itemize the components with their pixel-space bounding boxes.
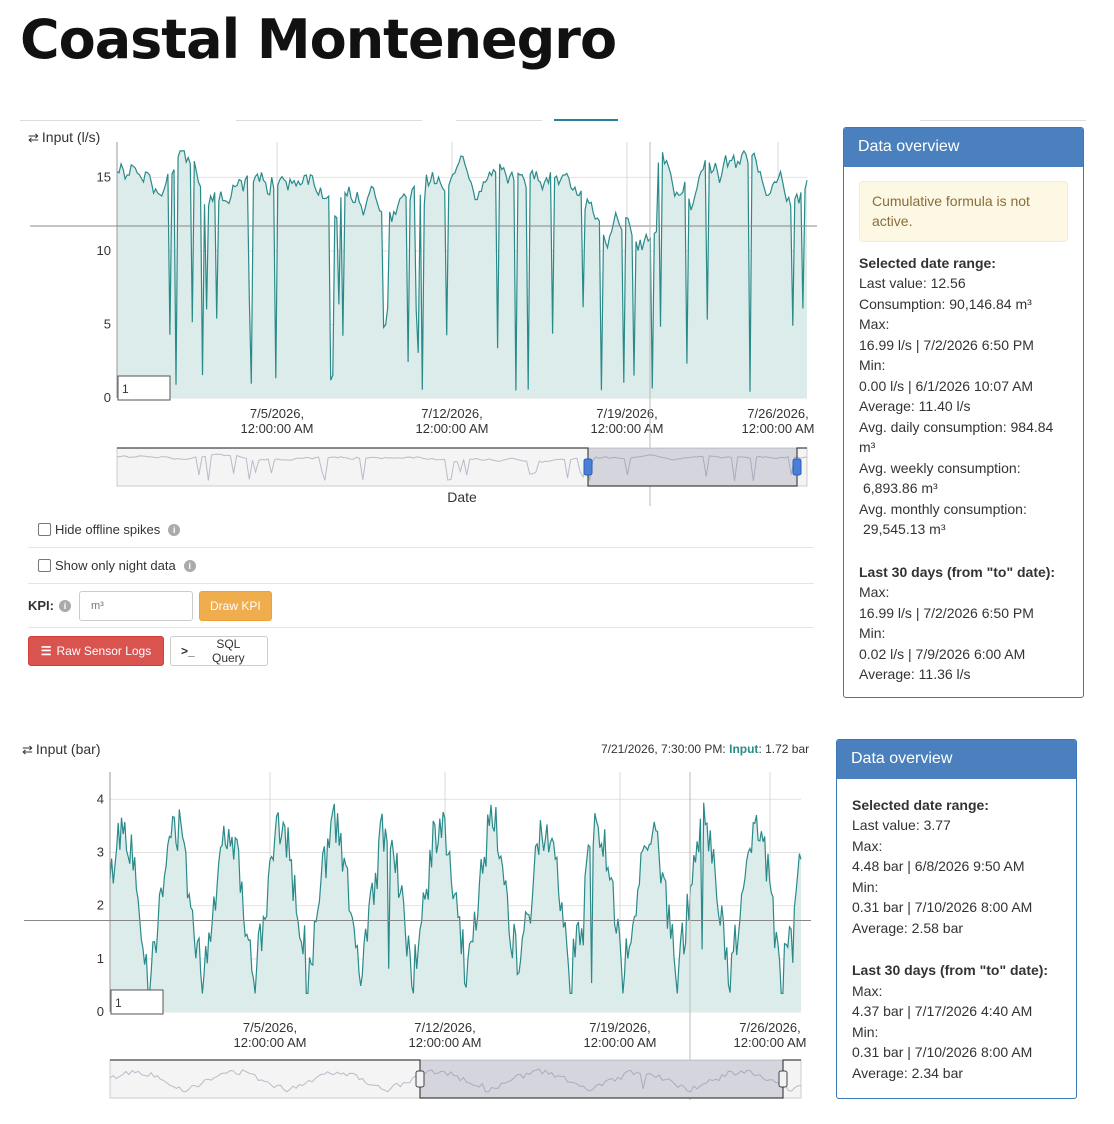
cumulative-alert: Cumulative formula is not active. xyxy=(859,180,1068,242)
y-tick-label: 1 xyxy=(97,951,104,966)
stat-line: 4.48 bar | 6/8/2026 9:50 AM xyxy=(852,858,1025,874)
last30-heading: Last 30 days (from "to" date): xyxy=(859,563,1056,580)
hide-spikes-checkbox[interactable] xyxy=(38,523,51,536)
x-tick-label: 7/5/2026, 12:00:00 AM xyxy=(234,1020,307,1050)
range-box-value: 1 xyxy=(122,382,129,396)
stat-line: 29,545.13 m³ xyxy=(863,521,946,537)
flow-chart[interactable]: 0 5 10 15 7/5/2026, 12:00:00 AM 7/12/2026, 12:0… xyxy=(20,118,820,508)
range-box-value: 1 xyxy=(115,996,122,1010)
stat-line: Average: 2.34 bar xyxy=(852,1064,964,1081)
stat-line: Avg. daily consumption: 984.84 xyxy=(859,418,1054,435)
terminal-icon: >_ xyxy=(181,644,195,658)
navigator-selection xyxy=(588,448,797,486)
y-tick-label: 4 xyxy=(97,791,104,806)
pressure-chart-label[interactable]: ⇄ Input (bar) xyxy=(22,741,101,758)
stat-line: Min: xyxy=(859,357,886,373)
action-buttons: ☰ Raw Sensor Logs >_ SQL Query xyxy=(28,628,814,674)
last30-heading: Last 30 days (from "to" date): xyxy=(852,962,1049,978)
selected-range-stats: Last value: 12.56 Consumption: 90,146.84 … xyxy=(859,273,1068,540)
x-tick-label: 7/12/2026, 12:00:00 AM xyxy=(409,1020,482,1050)
panel-title: Data overview xyxy=(844,128,1083,167)
last30-stats: Max: 16.99 l/s | 7/2/2026 6:50 PM Min: 0.02… xyxy=(859,582,1068,685)
pressure-chart[interactable]: 012347/5/2026, 12:00:00 AM7/12/2026, 12:00… xyxy=(20,760,820,1100)
stat-line: Min: xyxy=(859,625,886,641)
hide-spikes-label[interactable]: Hide offline spikes xyxy=(55,522,160,537)
y-tick-label: 2 xyxy=(97,898,104,913)
navigator-handle[interactable] xyxy=(778,1070,788,1088)
stat-line: 16.99 l/s | 7/2/2026 6:50 PM xyxy=(859,604,1034,621)
list-icon: ☰ xyxy=(40,644,52,658)
draw-kpi-button[interactable]: Draw KPI xyxy=(199,590,272,621)
night-data-label[interactable]: Show only night data xyxy=(55,558,176,573)
stat-line: Last value: 12.56 xyxy=(859,275,966,291)
stat-line: Avg. weekly consumption: xyxy=(859,459,1021,476)
info-icon[interactable]: i xyxy=(183,559,196,572)
navigator-handle[interactable] xyxy=(792,458,802,476)
kpi-row: KPI: i Draw KPI xyxy=(28,584,814,628)
info-icon[interactable]: i xyxy=(59,599,71,612)
pressure-data-overview-panel: Data overview Selected date range: Last … xyxy=(836,739,1077,1099)
stat-line: Consumption: 90,146.84 m³ xyxy=(859,295,1032,312)
x-tick-label: 7/12/2026, 12:00:00 AM xyxy=(416,406,489,436)
stat-line: Max: xyxy=(852,837,883,854)
last30-stats: Max: 4.37 bar | 7/17/2026 4:40 AM Min: 0.31… xyxy=(852,981,1061,1084)
tab-divider xyxy=(920,120,1086,121)
x-tick-label: 7/26/2026, 12:00:00 AM xyxy=(742,406,815,436)
y-tick-label: 5 xyxy=(104,316,111,331)
stat-line: Max: xyxy=(852,982,883,999)
selected-range-stats: Last value: 3.77 Max: 4.48 bar | 6/8/2026 … xyxy=(852,815,1061,938)
stat-line: Last value: 3.77 xyxy=(852,817,951,833)
selected-range-heading: Selected date range: xyxy=(859,254,996,271)
raw-sensor-logs-button[interactable]: ☰ Raw Sensor Logs xyxy=(28,636,164,666)
y-tick-label: 10 xyxy=(97,243,111,258)
x-tick-label: 7/26/2026, 12:00:00 AM xyxy=(734,1020,807,1050)
stat-line: 6,893.86 m³ xyxy=(863,480,938,496)
stat-line: Average: 11.36 l/s xyxy=(859,666,971,682)
stat-line: Min: xyxy=(852,878,879,895)
hide-spikes-row: Hide offline spikes i xyxy=(28,512,814,548)
stat-line: Min: xyxy=(852,1023,879,1040)
navigator-label: Date xyxy=(447,489,477,505)
stat-line: Avg. monthly consumption: xyxy=(859,500,1027,517)
kpi-input[interactable] xyxy=(79,590,193,621)
night-data-checkbox[interactable] xyxy=(38,559,51,572)
sql-query-button[interactable]: >_ SQL Query xyxy=(170,636,268,666)
stat-line: Max: xyxy=(859,316,890,332)
page-title: Coastal Montenegro xyxy=(20,8,617,71)
flow-data-overview-panel: Data overview Cumulative formula is not … xyxy=(843,127,1084,698)
y-tick-label: 0 xyxy=(104,390,111,405)
series-area xyxy=(117,150,807,398)
stat-line: 4.37 bar | 7/17/2026 4:40 AM xyxy=(852,1003,1033,1019)
night-data-row: Show only night data i xyxy=(28,548,814,584)
stat-line: 0.02 l/s | 7/9/2026 6:00 AM xyxy=(859,645,1026,662)
x-tick-label: 7/19/2026, 12:00:00 AM xyxy=(591,406,664,436)
stat-line: m³ xyxy=(859,439,876,455)
stat-line: 0.31 bar | 7/10/2026 8:00 AM xyxy=(852,1044,1033,1060)
navigator-handle[interactable] xyxy=(583,458,593,476)
stat-line: Average: 2.58 bar xyxy=(852,919,964,936)
stat-line: 0.00 l/s | 6/1/2026 10:07 AM xyxy=(859,377,1034,394)
swap-arrows-icon: ⇄ xyxy=(22,742,33,757)
y-tick-label: 15 xyxy=(97,169,111,184)
panel-title: Data overview xyxy=(837,740,1076,779)
stat-line: 0.31 bar | 7/10/2026 8:00 AM xyxy=(852,899,1033,915)
selected-range-heading: Selected date range: xyxy=(852,796,989,813)
chart-controls: Hide offline spikes i Show only night da… xyxy=(28,512,814,674)
info-icon[interactable]: i xyxy=(168,523,181,536)
stat-line: 16.99 l/s | 7/2/2026 6:50 PM xyxy=(859,336,1034,353)
kpi-label: KPI: xyxy=(28,598,54,613)
y-tick-label: 3 xyxy=(97,844,104,859)
navigator-selection xyxy=(420,1060,783,1098)
x-tick-label: 7/19/2026, 12:00:00 AM xyxy=(584,1020,657,1050)
hover-readout: 7/21/2026, 7:30:00 PM: Input: 1.72 bar xyxy=(601,742,810,756)
stat-line: Max: xyxy=(859,584,890,600)
y-tick-label: 0 xyxy=(97,1004,104,1019)
stat-line: Average: 11.40 l/s xyxy=(859,398,971,414)
x-tick-label: 7/5/2026, 12:00:00 AM xyxy=(241,406,314,436)
navigator-handle[interactable] xyxy=(415,1070,425,1088)
